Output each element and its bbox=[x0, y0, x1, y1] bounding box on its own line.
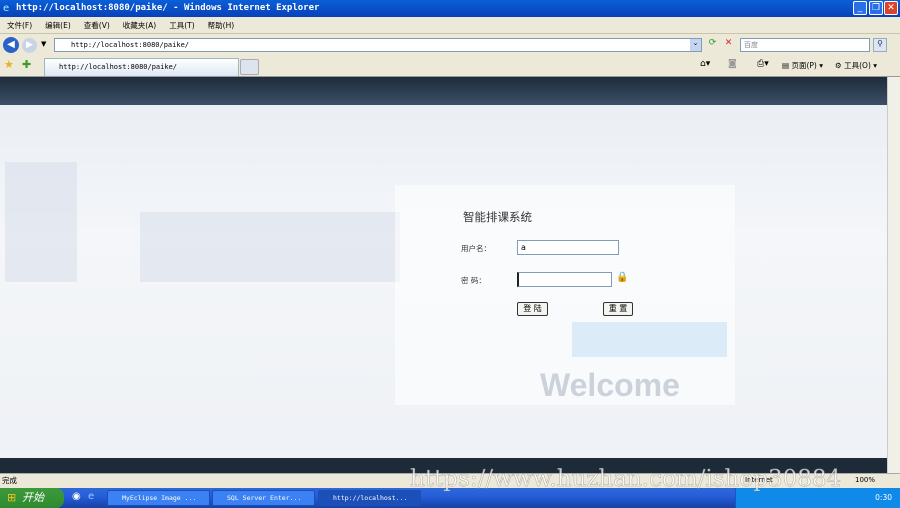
windows-logo-icon: ⊞ bbox=[7, 491, 17, 504]
watermark: https://www.huzhan.com/ishop30884 bbox=[410, 466, 842, 493]
refresh-button[interactable]: ⟳ bbox=[706, 38, 719, 52]
ghost-panel bbox=[140, 212, 400, 282]
window-title: http://localhost:8080/paike/ - Windows I… bbox=[16, 3, 320, 13]
feeds-icon[interactable]: ◙ bbox=[728, 59, 737, 69]
username-label: 用户名： bbox=[461, 244, 491, 253]
home-icon[interactable]: ⌂▾ bbox=[700, 59, 710, 69]
address-dropdown-icon[interactable]: ⌄ bbox=[690, 39, 701, 51]
history-dropdown-icon[interactable]: ▼ bbox=[41, 40, 46, 48]
username-input[interactable]: a bbox=[517, 240, 619, 255]
quicklaunch-icon[interactable]: ◉ bbox=[72, 491, 81, 502]
status-text: 完成 bbox=[2, 476, 17, 485]
tools-menu-label: 工具(O) bbox=[844, 61, 871, 70]
print-icon[interactable]: ⎙▾ bbox=[757, 59, 769, 69]
password-input[interactable] bbox=[517, 272, 612, 287]
new-tab-button[interactable] bbox=[240, 59, 259, 75]
tab-active[interactable]: http://localhost:8080/paike/ bbox=[44, 58, 239, 76]
search-button[interactable]: ⚲ bbox=[873, 38, 887, 52]
menu-edit[interactable]: 编辑(E) bbox=[45, 21, 71, 30]
page-content: Welcome bbox=[0, 77, 887, 473]
login-button[interactable]: 登 陆 bbox=[517, 302, 548, 316]
menu-file[interactable]: 文件(F) bbox=[7, 21, 32, 30]
ghost-panel bbox=[572, 322, 727, 357]
ghost-panel bbox=[5, 162, 77, 282]
add-favorite-icon[interactable]: ✚ bbox=[22, 58, 31, 71]
password-label: 密 码： bbox=[461, 276, 486, 285]
task-ie[interactable]: http://localhost... bbox=[318, 490, 421, 506]
close-button[interactable]: ✕ bbox=[884, 1, 898, 15]
tools-menu[interactable]: ⚙ 工具(O) ▾ bbox=[835, 60, 877, 71]
minimize-button[interactable]: _ bbox=[853, 1, 867, 15]
page-menu[interactable]: ▤ 页面(P) ▾ bbox=[782, 60, 823, 71]
clock: 0:30 bbox=[875, 493, 892, 502]
start-label: 开始 bbox=[22, 491, 44, 504]
restore-button[interactable]: ❐ bbox=[869, 1, 883, 15]
task-myeclipse[interactable]: MyEclipse Image ... bbox=[107, 490, 210, 506]
stop-button[interactable]: ✕ bbox=[722, 38, 735, 52]
menu-help[interactable]: 帮助(H) bbox=[208, 21, 235, 30]
menu-view[interactable]: 查看(V) bbox=[84, 21, 110, 30]
menu-favorites[interactable]: 收藏夹(A) bbox=[123, 21, 156, 30]
ie-quicklaunch-icon[interactable]: e bbox=[88, 491, 94, 502]
page-menu-label: 页面(P) bbox=[791, 61, 817, 70]
address-input[interactable]: http://localhost:8080/paike/ bbox=[54, 38, 702, 52]
title-bar: http://localhost:8080/paike/ - Windows I… bbox=[0, 0, 900, 17]
search-input[interactable]: 百度 bbox=[740, 38, 870, 52]
back-button[interactable]: ◀ bbox=[3, 37, 19, 53]
menu-tools[interactable]: 工具(T) bbox=[169, 21, 194, 30]
zoom-level[interactable]: 100% bbox=[855, 476, 875, 484]
welcome-text: Welcome bbox=[540, 367, 680, 403]
reset-button[interactable]: 重 置 bbox=[603, 302, 633, 316]
forward-button[interactable]: ▶ bbox=[22, 38, 37, 53]
system-title: 智能排课系统 bbox=[463, 210, 532, 224]
menu-bar: 文件(F) 编辑(E) 查看(V) 收藏夹(A) 工具(T) 帮助(H) bbox=[0, 17, 900, 34]
lock-icon: 🔒 bbox=[616, 272, 629, 283]
ie-icon: e bbox=[3, 3, 10, 14]
task-sqlserver[interactable]: SQL Server Enter... bbox=[212, 490, 315, 506]
tab-label: http://localhost:8080/paike/ bbox=[59, 63, 178, 71]
vertical-scrollbar[interactable] bbox=[887, 77, 900, 473]
header-band bbox=[0, 77, 887, 105]
favorites-star-icon[interactable]: ★ bbox=[4, 58, 14, 71]
